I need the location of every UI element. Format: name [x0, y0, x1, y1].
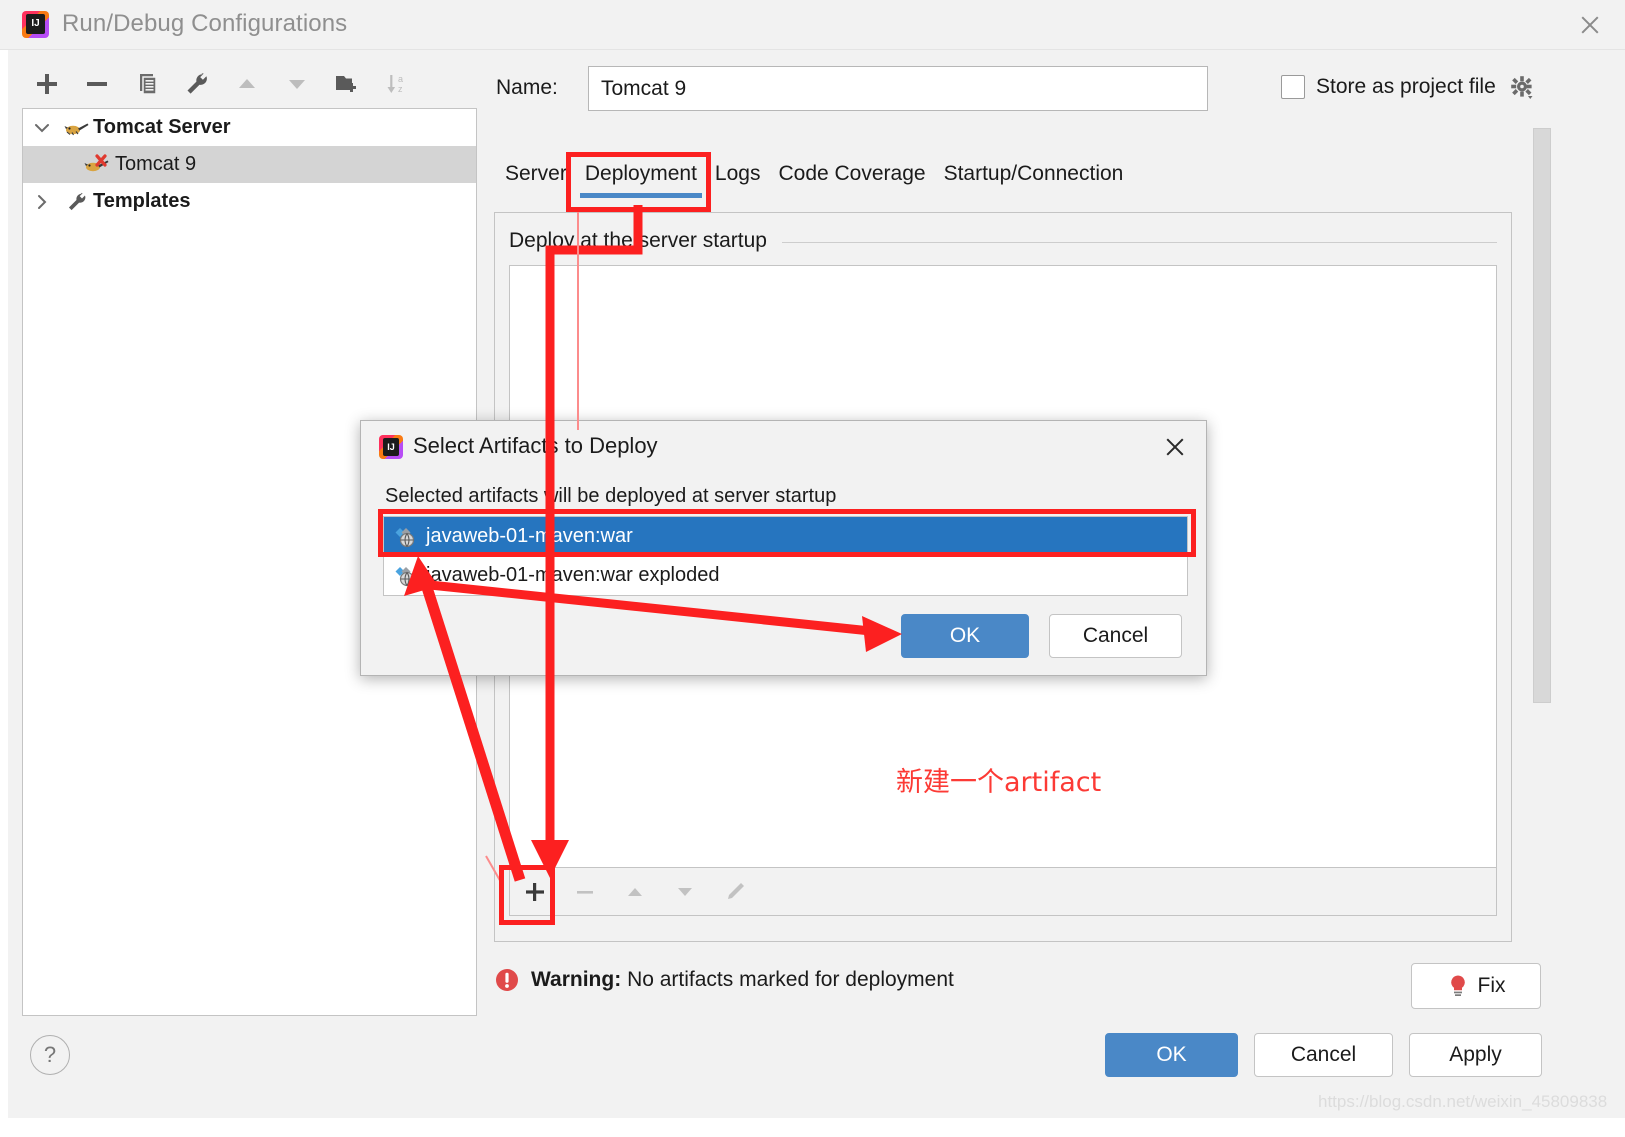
remove-button[interactable] — [72, 62, 122, 106]
run-debug-configurations-window: Run/Debug Configurations — [0, 0, 1625, 1137]
add-artifact-button[interactable] — [510, 869, 560, 915]
tree-node-tomcat-server[interactable]: Tomcat Server — [23, 109, 476, 146]
pencil-icon — [728, 882, 744, 899]
list-item[interactable]: javaweb-01-maven:war — [384, 517, 1187, 556]
move-down-button[interactable] — [272, 62, 322, 106]
tab-deployment[interactable]: Deployment — [576, 162, 706, 198]
tree-node-label: Templates — [93, 190, 191, 212]
vertical-scrollbar[interactable] — [1533, 128, 1551, 703]
help-button[interactable]: ? — [30, 1035, 70, 1075]
list-item-label: javaweb-01-maven:war — [426, 525, 633, 547]
tomcat-error-icon — [83, 153, 115, 176]
remove-artifact-button[interactable] — [560, 869, 610, 915]
store-as-project-file-label: Store as project file — [1316, 75, 1496, 98]
lightbulb-error-icon — [1450, 975, 1465, 996]
tomcat-icon — [61, 118, 93, 138]
group-divider — [782, 242, 1497, 243]
cancel-button[interactable]: Cancel — [1254, 1033, 1393, 1077]
fix-label: Fix — [1477, 974, 1506, 997]
fix-button[interactable]: Fix — [1411, 963, 1541, 1009]
arrow-down-icon — [289, 80, 305, 89]
tree-node-templates[interactable]: Templates — [23, 183, 476, 220]
tree-node-tomcat-9[interactable]: Tomcat 9 — [23, 146, 476, 183]
store-as-project-file-row: Store as project file — [1281, 72, 1537, 102]
warning-message: No artifacts marked for deployment — [627, 968, 954, 991]
warning-prefix: Warning: — [531, 968, 622, 991]
plus-icon — [526, 882, 544, 901]
plus-icon — [37, 74, 57, 94]
add-button[interactable] — [22, 62, 72, 106]
intellij-idea-logo-icon — [379, 435, 403, 459]
settings-tabs: Server Deployment Logs Code Coverage Sta… — [496, 162, 1132, 198]
wrench-icon — [187, 73, 207, 94]
artifact-list: javaweb-01-maven:war javaweb-01-maven:wa… — [383, 516, 1188, 596]
minus-icon — [577, 890, 593, 894]
close-icon[interactable] — [1162, 434, 1188, 460]
dialog-ok-button[interactable]: OK — [901, 614, 1029, 658]
warning-row: Warning: No artifacts marked for deploym… — [494, 967, 954, 993]
deploy-group-title: Deploy at the server startup — [509, 229, 777, 253]
sort-button[interactable]: a z — [372, 62, 422, 106]
bottom-strip — [0, 1118, 1625, 1137]
dialog-subtitle: Selected artifacts will be deployed at s… — [385, 485, 837, 507]
ok-button[interactable]: OK — [1105, 1033, 1238, 1077]
copy-icon — [140, 74, 157, 95]
gear-dropdown-icon[interactable] — [1507, 72, 1537, 102]
annotation-note: 新建一个artifact — [896, 767, 1102, 798]
chevron-down-icon[interactable] — [23, 118, 61, 138]
artifact-war-icon — [395, 527, 415, 547]
tree-node-label: Tomcat 9 — [115, 153, 197, 175]
move-down-artifact-button[interactable] — [660, 869, 710, 915]
close-icon[interactable] — [1575, 10, 1605, 40]
error-exclamation-icon — [496, 969, 518, 991]
warning-text: Warning: No artifacts marked for deploym… — [531, 968, 954, 992]
move-up-artifact-button[interactable] — [610, 869, 660, 915]
sort-alpha-icon: a z — [387, 74, 403, 94]
title-bar: Run/Debug Configurations — [0, 0, 1625, 50]
edit-artifact-button[interactable] — [710, 869, 760, 915]
new-folder-button[interactable] — [322, 62, 372, 106]
intellij-idea-logo-icon — [22, 11, 49, 38]
name-input[interactable] — [588, 66, 1208, 111]
svg-text:z: z — [398, 84, 403, 94]
copy-button[interactable] — [122, 62, 172, 106]
tree-node-label: Tomcat Server — [93, 116, 231, 138]
tab-logs[interactable]: Logs — [706, 162, 770, 198]
artifact-war-exploded-icon — [395, 566, 415, 586]
list-item-label: javaweb-01-maven:war exploded — [426, 564, 720, 586]
arrow-down-icon — [678, 887, 692, 896]
tab-server[interactable]: Server — [496, 162, 576, 198]
arrow-up-icon — [239, 79, 255, 88]
chevron-right-icon[interactable] — [23, 192, 61, 212]
dialog-title: Select Artifacts to Deploy — [413, 433, 658, 458]
edit-templates-button[interactable] — [172, 62, 222, 106]
list-item[interactable]: javaweb-01-maven:war exploded — [384, 556, 1187, 595]
deployment-list-toolbar — [509, 868, 1497, 916]
watermark-text: https://blog.csdn.net/weixin_45809838 — [1318, 1092, 1608, 1111]
tab-startup-connection[interactable]: Startup/Connection — [935, 162, 1133, 198]
page-title: Run/Debug Configurations — [62, 10, 348, 37]
tab-code-coverage[interactable]: Code Coverage — [769, 162, 934, 198]
wrench-icon — [61, 191, 93, 213]
apply-button[interactable]: Apply — [1409, 1033, 1542, 1077]
left-edge-strip — [0, 50, 8, 1118]
folder-add-icon — [336, 76, 356, 92]
configurations-toolbar: a z — [22, 58, 477, 110]
move-up-button[interactable] — [222, 62, 272, 106]
dialog-cancel-button[interactable]: Cancel — [1049, 614, 1182, 658]
name-label: Name: — [496, 76, 558, 99]
store-as-project-file-checkbox[interactable] — [1281, 75, 1305, 99]
svg-text:a: a — [398, 74, 403, 84]
select-artifacts-dialog: Select Artifacts to Deploy Selected arti… — [360, 420, 1207, 676]
minus-icon — [87, 82, 107, 86]
arrow-up-icon — [628, 887, 642, 896]
